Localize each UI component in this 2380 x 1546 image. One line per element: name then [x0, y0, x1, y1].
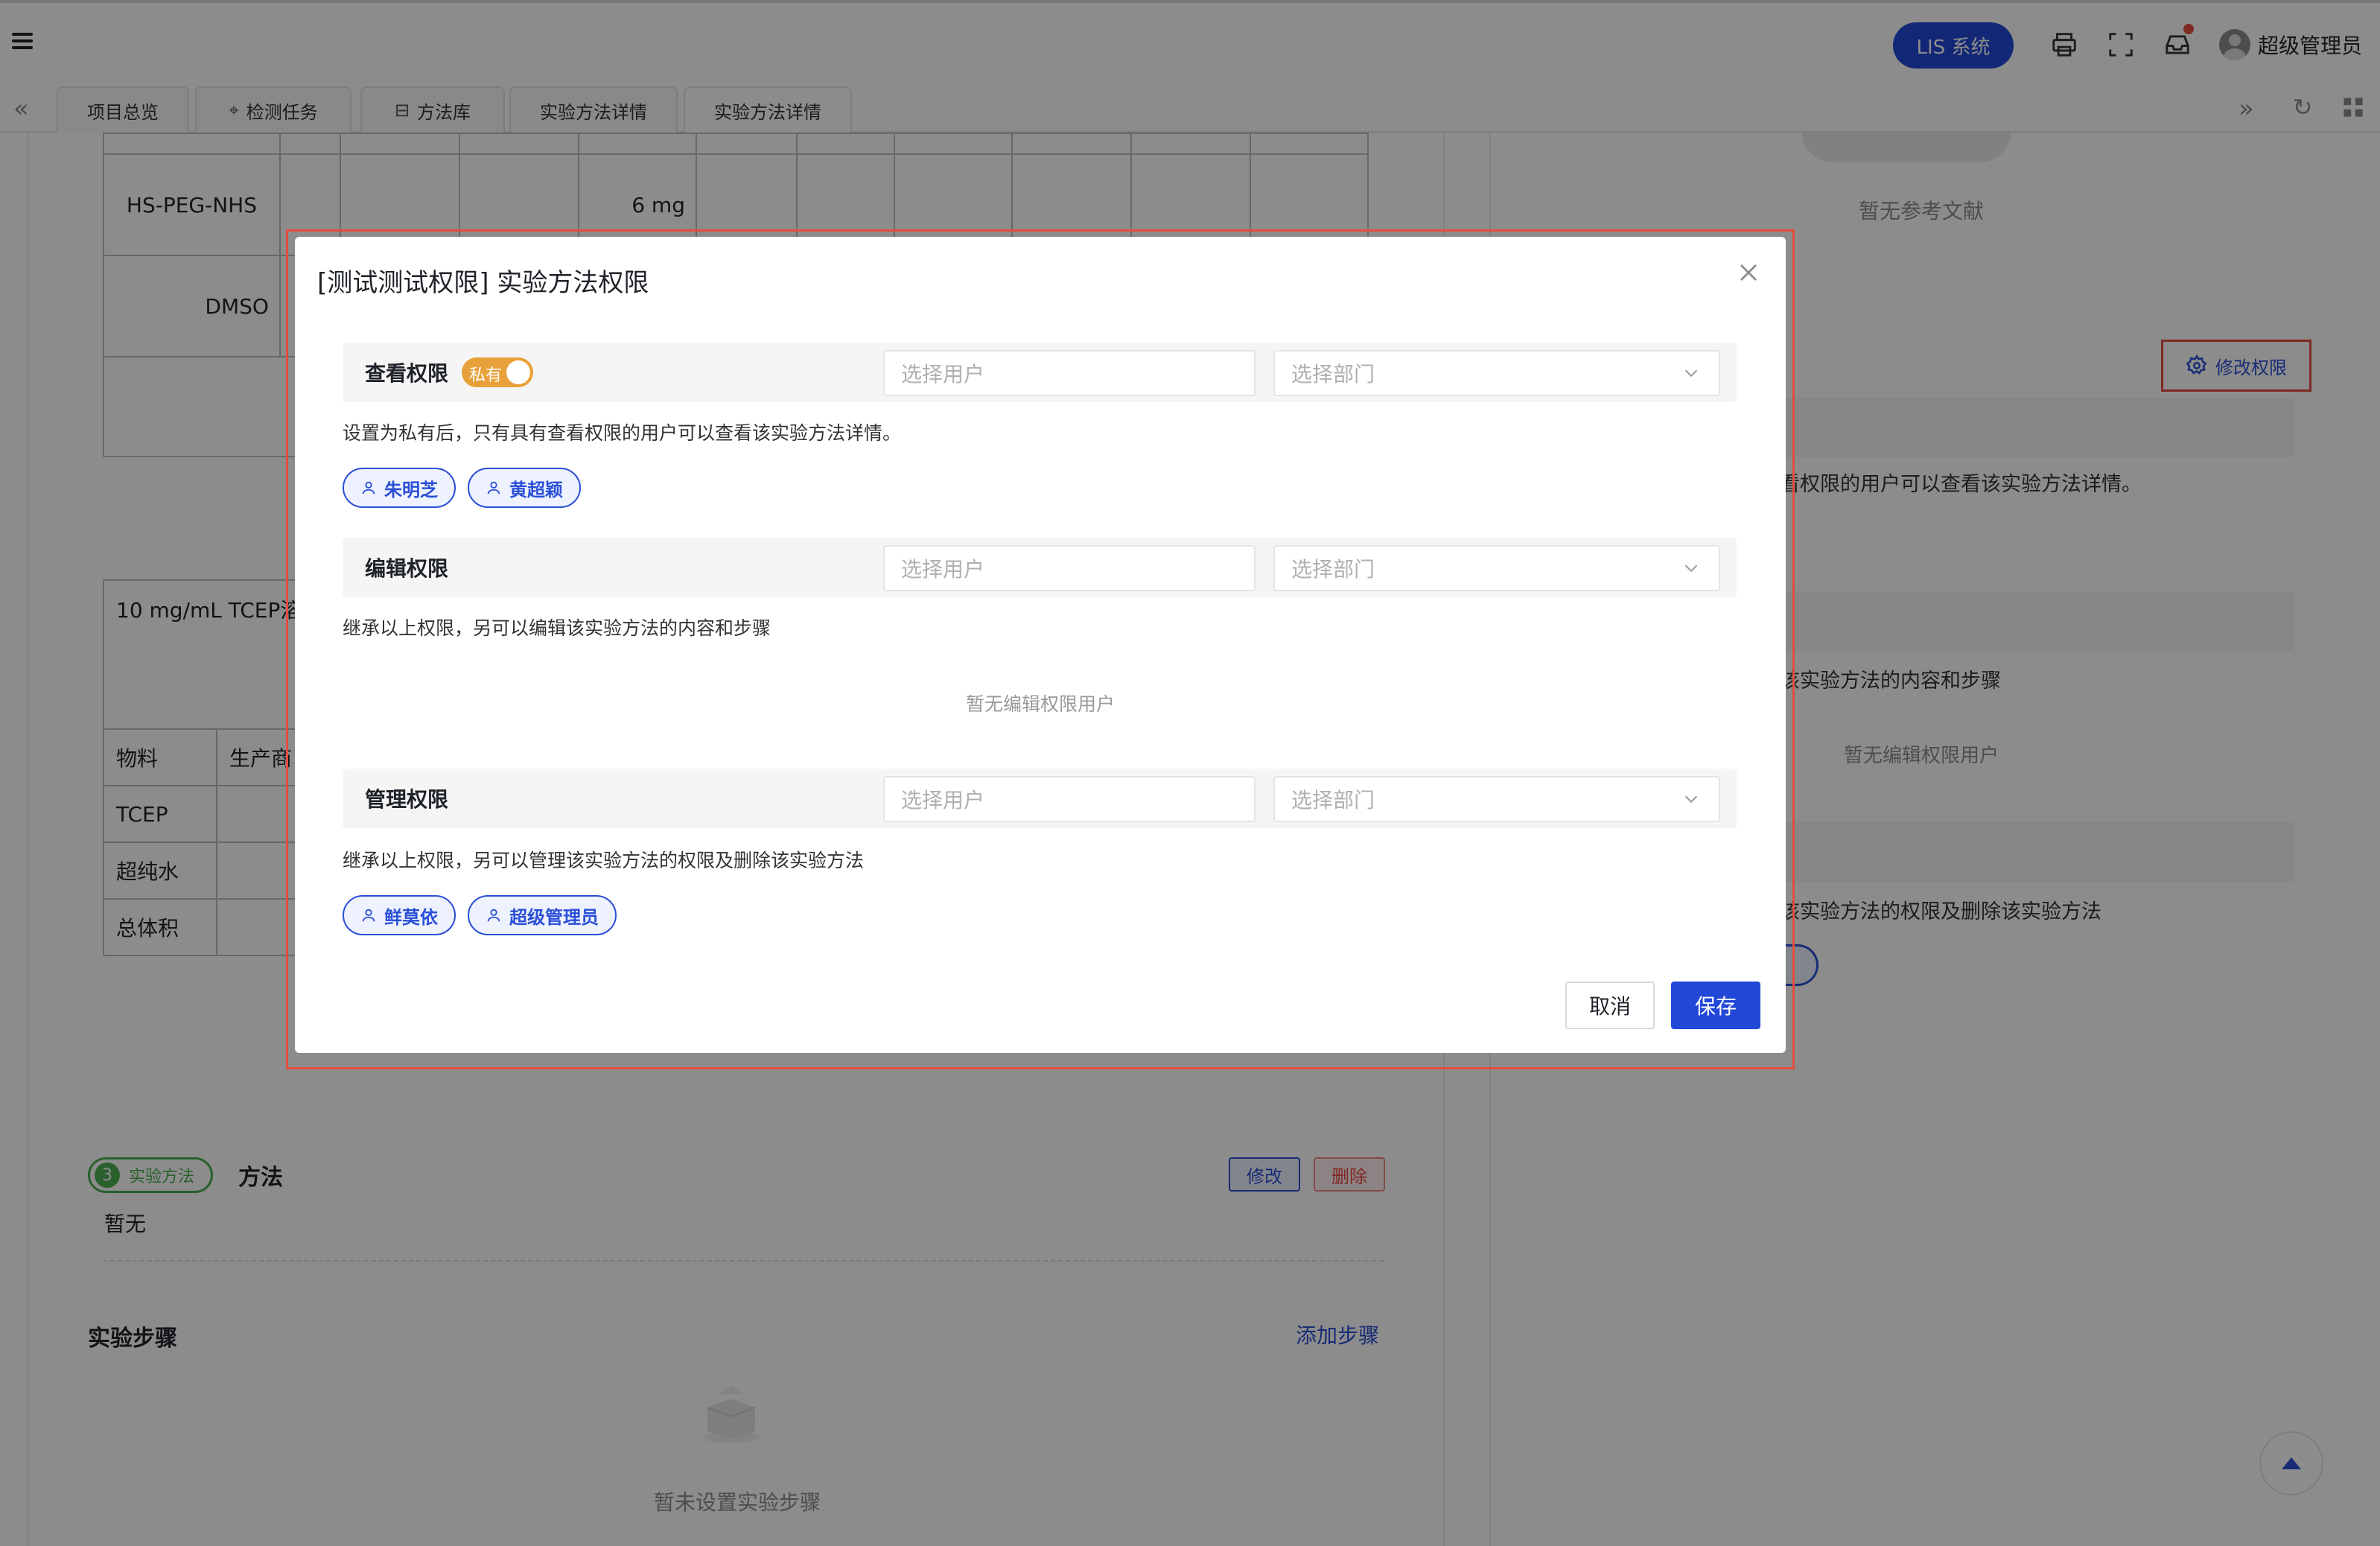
toggle-label: 私有 — [469, 366, 503, 385]
user-icon — [487, 481, 500, 494]
chevron-down-icon — [1684, 369, 1698, 378]
view-user-select[interactable]: 选择用户 — [883, 350, 1256, 396]
view-permission-desc: 设置为私有后，只有具有查看权限的用户可以查看该实验方法详情。 — [343, 422, 902, 444]
user-tag[interactable]: 黄超颖 — [468, 468, 581, 508]
user-icon — [487, 909, 500, 922]
save-button[interactable]: 保存 — [1671, 982, 1760, 1029]
edit-permission-label: 编辑权限 — [365, 556, 449, 581]
user-tag-label: 鲜莫依 — [384, 906, 438, 928]
dialog-title: [测试测试权限] 实验方法权限 — [317, 268, 649, 298]
no-edit-users-text: 暂无编辑权限用户 — [965, 693, 1115, 715]
placeholder: 选择部门 — [1291, 557, 1375, 582]
manage-department-select[interactable]: 选择部门 — [1273, 776, 1720, 822]
view-permission-row: 查看权限 私有 选择用户 选择部门 — [343, 343, 1737, 402]
toggle-knob — [506, 360, 530, 384]
close-icon[interactable] — [1734, 258, 1763, 287]
view-department-select[interactable]: 选择部门 — [1273, 350, 1720, 396]
manage-user-select[interactable]: 选择用户 — [883, 776, 1256, 822]
user-tag[interactable]: 超级管理员 — [468, 895, 617, 935]
view-permission-label: 查看权限 — [365, 361, 449, 386]
edit-permission-desc: 继承以上权限，另可以编辑该实验方法的内容和步骤 — [343, 617, 771, 639]
permission-dialog: [测试测试权限] 实验方法权限 查看权限 私有 选择用户 选择部门 设置为私有后… — [295, 237, 1786, 1053]
user-tag[interactable]: 鲜莫依 — [343, 895, 456, 935]
user-tag-label: 超级管理员 — [509, 906, 599, 928]
placeholder: 选择部门 — [1291, 788, 1375, 812]
user-tag-label: 朱明芝 — [384, 479, 438, 500]
user-tag[interactable]: 朱明芝 — [343, 468, 456, 508]
user-icon — [362, 909, 375, 922]
placeholder: 选择用户 — [901, 362, 985, 386]
edit-department-select[interactable]: 选择部门 — [1273, 545, 1720, 591]
manage-permission-row: 管理权限 选择用户 选择部门 — [343, 769, 1737, 828]
user-icon — [362, 481, 375, 494]
user-tag-label: 黄超颖 — [509, 479, 563, 500]
chevron-down-icon — [1684, 795, 1698, 804]
edit-user-select[interactable]: 选择用户 — [883, 545, 1256, 591]
edit-permission-row: 编辑权限 选择用户 选择部门 — [343, 538, 1737, 597]
cancel-button[interactable]: 取消 — [1565, 982, 1655, 1029]
placeholder: 选择部门 — [1291, 362, 1375, 386]
placeholder: 选择用户 — [901, 557, 985, 582]
placeholder: 选择用户 — [901, 788, 985, 812]
chevron-down-icon — [1684, 564, 1698, 573]
manage-permission-desc: 继承以上权限，另可以管理该实验方法的权限及删除该实验方法 — [343, 850, 865, 871]
manage-permission-label: 管理权限 — [365, 787, 449, 812]
private-toggle[interactable]: 私有 — [462, 357, 533, 387]
